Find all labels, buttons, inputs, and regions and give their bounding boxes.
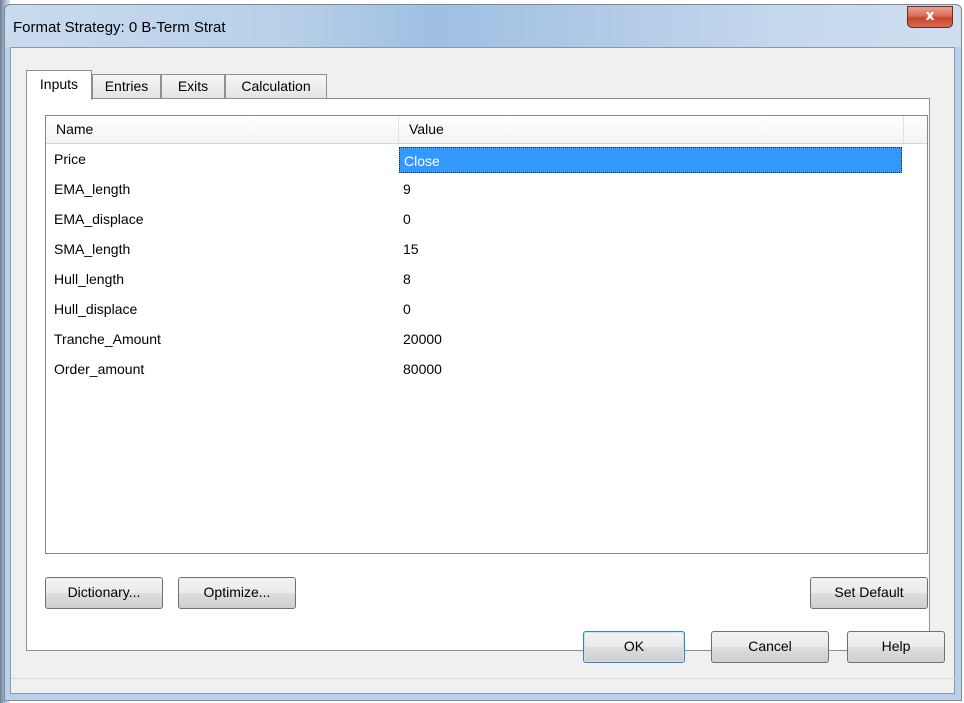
table-row[interactable]: Hull_displace 0 <box>46 294 906 324</box>
table-row[interactable]: SMA_length 15 <box>46 234 906 264</box>
table-row[interactable]: Price Close <box>46 144 906 174</box>
table-row[interactable]: Hull_length 8 <box>46 264 906 294</box>
column-header-name[interactable]: Name <box>46 116 399 143</box>
help-button[interactable]: Help <box>847 631 945 663</box>
input-value[interactable]: 0 <box>399 294 902 324</box>
input-value[interactable]: 0 <box>399 204 902 234</box>
tab-exits-label: Exits <box>177 78 209 94</box>
tab-entries[interactable]: Entries <box>92 74 161 99</box>
inputs-grid: Name Value Price Close EMA_length 9 EMA_… <box>45 115 928 554</box>
title-bar[interactable]: Format Strategy: 0 B-Term Strat x <box>5 5 961 47</box>
tab-inputs-label: Inputs <box>39 76 79 92</box>
window-title: Format Strategy: 0 B-Term Strat <box>13 19 226 36</box>
input-name: Hull_length <box>54 271 125 287</box>
footer-divider <box>11 678 956 679</box>
tab-inputs[interactable]: Inputs <box>26 70 92 100</box>
table-row[interactable]: EMA_displace 0 <box>46 204 906 234</box>
input-value[interactable]: 80000 <box>399 354 902 384</box>
dialog-client-area: Inputs Entries Exits Calculation Name Va… <box>10 47 956 694</box>
input-value[interactable]: 15 <box>399 234 902 264</box>
ok-button[interactable]: OK <box>583 631 685 663</box>
table-row[interactable]: Tranche_Amount 20000 <box>46 324 906 354</box>
input-value[interactable]: 8 <box>399 264 902 294</box>
input-value-selected[interactable]: Close <box>399 147 902 173</box>
dictionary-button[interactable]: Dictionary... <box>45 577 163 609</box>
inputs-tab-panel: Name Value Price Close EMA_length 9 EMA_… <box>26 98 930 651</box>
grid-header: Name Value <box>46 116 927 144</box>
input-name: Hull_displace <box>54 301 138 317</box>
cancel-button[interactable]: Cancel <box>711 631 829 663</box>
input-value[interactable]: 9 <box>399 174 902 204</box>
tab-calculation[interactable]: Calculation <box>225 74 327 99</box>
optimize-button[interactable]: Optimize... <box>178 577 296 609</box>
column-header-value[interactable]: Value <box>399 116 904 143</box>
input-name: EMA_length <box>54 181 131 197</box>
input-value[interactable]: 20000 <box>399 324 902 354</box>
input-name: EMA_displace <box>54 211 144 227</box>
table-row[interactable]: Order_amount 80000 <box>46 354 906 384</box>
tab-calculation-label: Calculation <box>241 78 311 94</box>
tab-exits[interactable]: Exits <box>161 74 225 99</box>
input-name: Price <box>54 151 86 167</box>
format-strategy-dialog: Format Strategy: 0 B-Term Strat x Inputs… <box>4 4 962 701</box>
set-default-button[interactable]: Set Default <box>810 577 928 609</box>
table-row[interactable]: EMA_length 9 <box>46 174 906 204</box>
close-button[interactable]: x <box>907 6 953 28</box>
input-name: Order_amount <box>54 361 145 377</box>
input-name: Tranche_Amount <box>54 331 161 347</box>
close-icon: x <box>925 8 935 24</box>
input-name: SMA_length <box>54 241 131 257</box>
tab-entries-label: Entries <box>104 78 149 94</box>
